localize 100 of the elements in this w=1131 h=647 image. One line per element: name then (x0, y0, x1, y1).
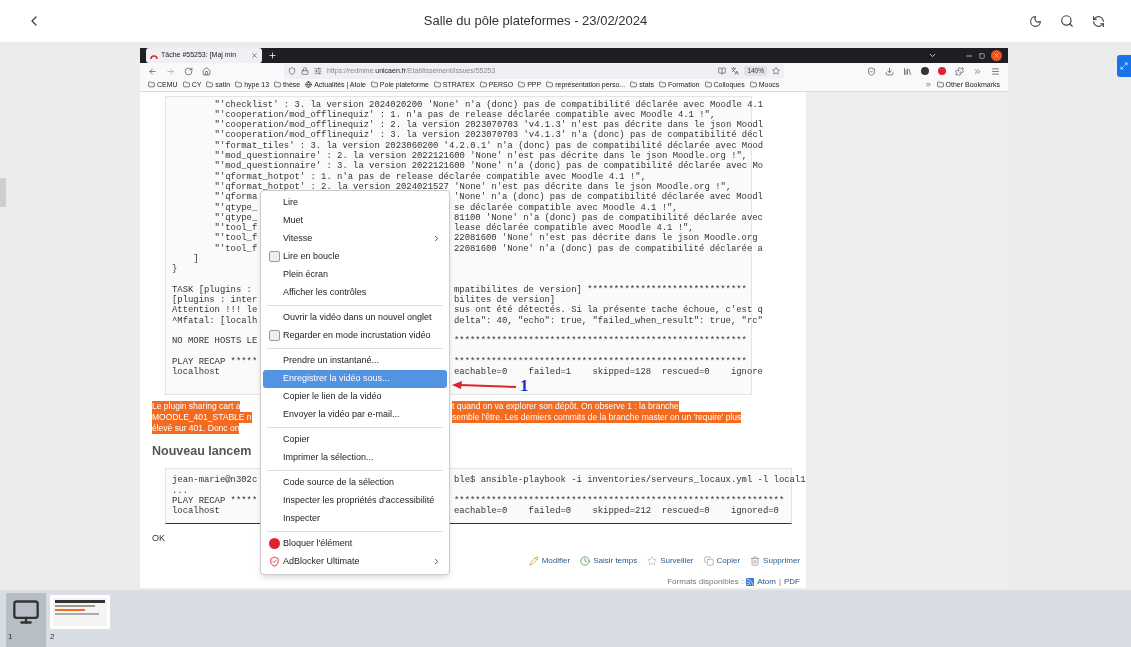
menu-item[interactable]: Bloquer l'élément (263, 534, 447, 553)
menu-item[interactable]: Inspecter (263, 509, 447, 528)
folder-icon (749, 81, 757, 89)
code-line: NO MORE HOSTS LE (172, 335, 258, 347)
star-icon[interactable] (772, 67, 780, 76)
menu-item[interactable]: Plein écran (263, 265, 447, 284)
search-icon[interactable] (1060, 14, 1074, 28)
code-line: "'qforma (213, 192, 258, 203)
menu-item[interactable]: Lire en boucle (263, 247, 447, 266)
home-icon[interactable] (202, 66, 211, 76)
menu-item[interactable]: Inspecter les propriétés d'accessibilité (263, 491, 447, 510)
code-line: bilites de version] (454, 295, 556, 306)
folder-icon (479, 81, 487, 89)
folder-icon (518, 81, 526, 89)
code-line: "'qformat_hotpot' : 1. n'a pas de release déclarée compatible avec Moodle 4.1 !", (213, 171, 646, 182)
result-text: OK (152, 531, 165, 545)
shield-icon (269, 556, 280, 568)
code-line: 'None' n'a (donc) pas de compatibilité déclarée avec Moodl (454, 192, 763, 203)
code-line: "'format_tiles' : 3. la version 2023060200 '4.2.0.1' n'a (donc) pas de compatibilité déclarée avec Mood (213, 140, 764, 151)
action-link[interactable]: Surveiller (647, 555, 694, 567)
code-line: "'tool_f (213, 243, 258, 254)
menu-item[interactable]: Regarder en mode incrustation vidéo (263, 326, 447, 345)
record-icon[interactable] (938, 67, 946, 76)
action-link[interactable]: Supprimer (750, 555, 800, 567)
code-line: delta": 40, "echo": true, "failed_when_result": true, "rc" (454, 315, 763, 327)
close-icon[interactable] (251, 52, 258, 59)
menu-item[interactable]: Ouvrir la vidéo dans un nouvel onglet (263, 308, 447, 327)
menu-item[interactable]: Copier (263, 430, 447, 449)
folder-icon (370, 81, 378, 89)
code-line: "'tool_f (213, 223, 258, 234)
code-line: "'cooperation/mod_offlinequiz' : 2. la version 2023070703 'v4.1.3' n'est pas décrite dans le json Moodl (213, 120, 764, 131)
menu-item[interactable]: Afficher les contrôles (263, 283, 447, 302)
chevrons-icon[interactable] (924, 81, 932, 89)
code-line: "'tool_f (213, 233, 258, 244)
new-tab-icon[interactable] (268, 51, 277, 60)
action-link[interactable]: Modifier (528, 555, 571, 567)
menu-item[interactable]: Code source de la sélection (263, 473, 447, 492)
code-line: "'qtype_ (213, 202, 258, 213)
code-line: ************************************************************** (454, 495, 785, 506)
maximize-icon[interactable] (979, 52, 985, 59)
menu-item[interactable]: Prendre un instantané... (263, 351, 447, 370)
code-line: PLAY RECAP ***** (172, 495, 258, 506)
menu-item[interactable]: Muet (263, 211, 447, 230)
code-line: [plugins : inter (172, 295, 258, 306)
copy-icon (703, 556, 714, 566)
slide-preview-drawing (53, 598, 107, 626)
code-line: 81100 'None' n'a (donc) pas de compatibilité déclarée avec (454, 212, 763, 223)
permissions-icon (314, 67, 322, 76)
format-link[interactable]: PDF (784, 576, 800, 588)
code-line: ble$ ansible-playbook -i inventories/serveurs_locaux.yml -l local1 (454, 475, 806, 486)
code-line: eachable=0 failed=0 skipped=212 rescued=0 ignored=0 (454, 506, 779, 517)
menu-item[interactable]: Vitesse (263, 229, 447, 248)
rotate-icon[interactable] (1092, 14, 1105, 28)
code-line: lease déclarée compatible avec Moodle 4.1 !", (454, 223, 694, 234)
action-link[interactable]: Saisir temps (580, 555, 638, 567)
pencil-icon (528, 556, 539, 566)
checkbox[interactable] (269, 330, 280, 342)
download-icon[interactable] (885, 66, 894, 76)
code-line: ******************************************************* (454, 356, 747, 367)
reader-icon[interactable] (718, 67, 727, 76)
menu-icon[interactable] (991, 66, 1000, 76)
translate-icon[interactable] (731, 67, 740, 76)
close-window-button[interactable] (991, 50, 1002, 61)
stop-sign-icon (269, 538, 280, 550)
code-line: 22081600 'None' n'est pas décrite dans le json Moodle.org (454, 233, 758, 244)
library-icon[interactable] (903, 66, 912, 76)
side-handle[interactable] (0, 178, 6, 207)
menu-item[interactable]: Envoyer la vidéo par e-mail... (263, 405, 447, 424)
action-link[interactable]: Copier (703, 555, 741, 567)
viewer-title: Salle du pôle plateformes - 23/02/2024 (423, 12, 648, 31)
code-line: ******************************************************* (454, 336, 747, 347)
highlighted-text: t quand on va explorer son dépôt. On observe 1 : la branche (452, 400, 679, 412)
code-line: 22081600 'None' n'a (donc) pas de compatibilité déclarée a (454, 243, 763, 254)
menu-item[interactable]: Lire (263, 193, 447, 212)
shield-icon[interactable] (867, 66, 876, 76)
puzzle-icon[interactable] (955, 66, 964, 76)
code-line: Attention !!! le (172, 305, 258, 316)
highlighted-text: MOODLE_401_STABLE n (152, 411, 252, 423)
separator-text: | (778, 576, 781, 588)
reload-icon[interactable] (184, 66, 193, 76)
menu-item[interactable]: Copier le lien de la vidéo (263, 387, 447, 406)
section-heading: Nouveau lancem (152, 442, 252, 460)
moon-icon[interactable] (1029, 14, 1042, 28)
extension-icon[interactable] (921, 67, 929, 76)
code-line: TASK [plugins : (172, 283, 252, 295)
arrow-drawing (452, 380, 516, 391)
menu-item[interactable]: Imprimer la sélection... (263, 448, 447, 467)
chevron-down-icon[interactable] (928, 51, 937, 60)
chevron-right-icon (432, 557, 441, 567)
slide-thumbnail[interactable]: 1 (6, 593, 46, 647)
code-line: "'qtype_ (213, 212, 258, 223)
menu-item[interactable]: AdBlocker Ultimate (263, 552, 447, 571)
chevrons-icon[interactable] (973, 66, 982, 76)
code-line: mpatibilites de version] ****************************** (454, 284, 747, 295)
code-line: ^Mfatal: [localh (172, 315, 258, 327)
code-line: "'qformat_hotpot' : 2. la version 2024021527 'None' n'est pas décrite dans le json Moodle.org !", (213, 181, 732, 192)
checkbox[interactable] (269, 251, 280, 263)
format-link[interactable]: Atom (757, 576, 776, 588)
expand-button[interactable] (1117, 55, 1131, 77)
code-line: } (172, 264, 178, 275)
